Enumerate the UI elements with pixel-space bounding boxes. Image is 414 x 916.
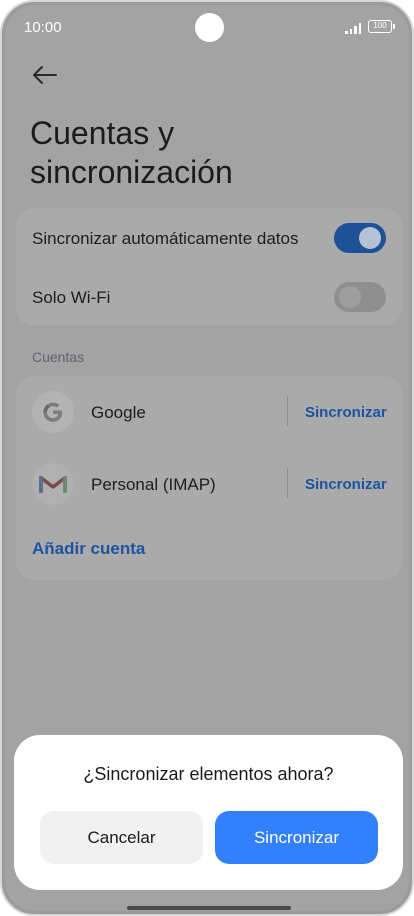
- gmail-icon: [32, 463, 74, 505]
- auto-sync-toggle[interactable]: [334, 223, 386, 253]
- back-arrow-icon: [33, 66, 57, 84]
- back-button[interactable]: [30, 60, 60, 90]
- toggle-knob: [359, 227, 381, 249]
- page-title: Cuentas y sincronización: [30, 115, 233, 190]
- sync-now-button[interactable]: Sincronizar: [215, 811, 378, 864]
- battery-icon: 100: [368, 20, 395, 33]
- account-name-google: Google: [91, 403, 146, 422]
- accounts-section-label: Cuentas: [32, 349, 85, 365]
- divider: [287, 396, 288, 426]
- account-name-personal-imap: Personal (IMAP): [91, 475, 216, 494]
- divider: [287, 468, 288, 498]
- dialog-title: ¿Sincronizar elementos ahora?: [83, 764, 334, 784]
- wifi-only-toggle[interactable]: [334, 282, 386, 312]
- sync-personal-imap-button[interactable]: Sincronizar: [305, 476, 387, 493]
- phone-frame: 10:00 100 Cuentas y sincronización Sincr…: [0, 0, 414, 916]
- status-time: 10:00: [24, 19, 62, 36]
- signal-icon: [345, 22, 363, 34]
- status-bar: 10:00 100: [2, 13, 412, 42]
- wifi-only-label: Solo Wi-Fi: [32, 288, 111, 307]
- google-icon: [32, 391, 74, 433]
- add-account-button[interactable]: Añadir cuenta: [32, 539, 145, 559]
- cancel-button[interactable]: Cancelar: [40, 811, 203, 864]
- sync-settings-card: Sincronizar automáticamente datos Solo W…: [16, 208, 402, 326]
- home-indicator[interactable]: [127, 906, 291, 910]
- front-camera: [195, 13, 224, 42]
- sync-google-button[interactable]: Sincronizar: [305, 404, 387, 421]
- auto-sync-label: Sincronizar automáticamente datos: [32, 229, 299, 248]
- sync-now-dialog: ¿Sincronizar elementos ahora? Cancelar S…: [14, 735, 403, 890]
- toggle-knob: [339, 286, 361, 308]
